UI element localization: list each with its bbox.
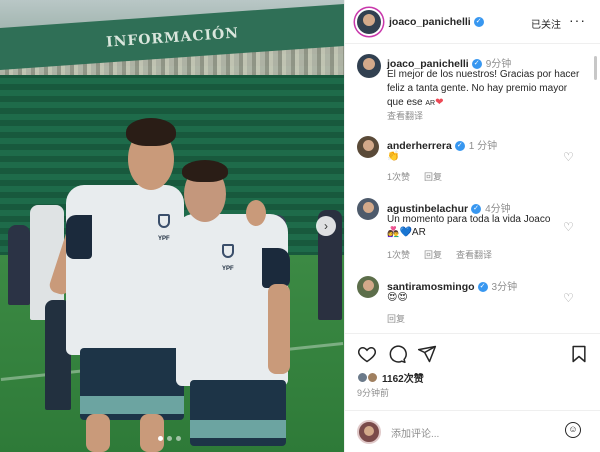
comment-reply-button[interactable]: 回复 (424, 170, 442, 183)
scrollbar[interactable] (594, 56, 597, 80)
comment-input[interactable]: 添加评论... (391, 425, 439, 440)
comment-like-heart-icon[interactable]: ♡ (563, 291, 574, 305)
follow-status[interactable]: 已关注 (531, 16, 561, 31)
background-player (8, 225, 30, 305)
viewer-avatar (357, 420, 381, 444)
post-photo[interactable]: INFORMACIÓN YPF YPF › (0, 0, 344, 452)
comment-like-heart-icon[interactable]: ♡ (563, 220, 574, 234)
post-side-panel: joaco_panichelli ✓ 已关注 ··· joaco_panichel… (344, 0, 600, 452)
commenter-avatar[interactable] (357, 276, 379, 298)
jersey-sponsor-right: YPF (222, 266, 234, 272)
red-heart-emoji: ❤ (435, 97, 444, 108)
comment-composer: 添加评论... ☺ (345, 410, 600, 452)
author-avatar[interactable] (357, 10, 381, 34)
verified-badge-icon: ✓ (477, 282, 488, 293)
caption-translate-link[interactable]: 查看翻译 (387, 109, 423, 122)
post-time-ago: 9分钟前 (357, 388, 390, 398)
more-options-icon[interactable]: ··· (569, 12, 586, 28)
author-username[interactable]: joaco_panichelli (389, 16, 471, 28)
comment-text: Un momento para toda la vida Joaco 👩‍❤️‍… (387, 214, 551, 238)
instagram-post-modal: INFORMACIÓN YPF YPF › joaco_panichelli ✓… (0, 0, 600, 452)
comment-like-heart-icon[interactable]: ♡ (563, 150, 574, 164)
share-send-icon[interactable] (417, 344, 437, 364)
comment-meta: 回复 (387, 312, 405, 325)
like-heart-icon[interactable] (357, 344, 377, 364)
commenter-avatar[interactable] (357, 198, 379, 220)
verified-badge-icon: ✓ (473, 17, 484, 28)
comment-text: 👏 (387, 151, 400, 162)
comment-reply-button[interactable]: 回复 (424, 248, 442, 261)
verified-badge-icon: ✓ (454, 141, 465, 152)
commenter-avatar[interactable] (357, 136, 379, 158)
save-bookmark-icon[interactable] (569, 344, 589, 364)
like-count[interactable]: 1162次赞 (382, 370, 424, 385)
jersey-sponsor-left: YPF (158, 236, 170, 242)
comment-text: 😍😍 (387, 292, 408, 303)
comment-translate-link[interactable]: 查看翻译 (456, 248, 492, 261)
comment-bubble-icon[interactable] (387, 344, 407, 364)
post-header: joaco_panichelli ✓ 已关注 ··· (345, 0, 600, 44)
liker-avatar (367, 372, 378, 383)
comment-header: anderherrera ✓ 1 分钟 (387, 140, 498, 152)
comment-meta: 1次赞 回复 (387, 170, 442, 183)
caption-author-avatar[interactable] (357, 54, 381, 78)
like-count-row[interactable]: 1162次赞 (357, 370, 424, 385)
comment-like-count[interactable]: 1次赞 (387, 248, 410, 261)
caption-text: El mejor de los nuestros! Gracias por ha… (387, 69, 580, 108)
comment-like-count[interactable]: 1次赞 (387, 170, 410, 183)
comment-meta: 1次赞 回复 查看翻译 (387, 248, 492, 261)
author-username-row[interactable]: joaco_panichelli ✓ (389, 16, 484, 28)
carousel-dots (158, 436, 181, 441)
emoji-smiley-icon[interactable]: ☺ (565, 422, 581, 438)
carousel-next-button[interactable]: › (316, 216, 336, 236)
comment-reply-button[interactable]: 回复 (387, 312, 405, 325)
post-actions-bar (345, 333, 600, 373)
